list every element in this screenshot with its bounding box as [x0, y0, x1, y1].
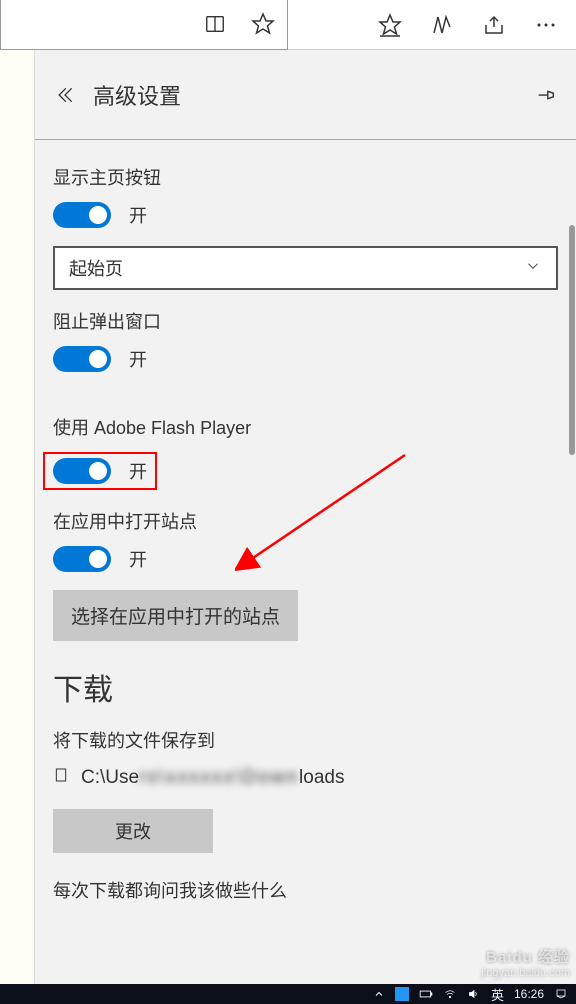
tray-notifications-icon[interactable] — [554, 988, 568, 1000]
download-path: C:\Users\xxxxxx\Downloads — [81, 767, 344, 789]
toolbar-actions — [288, 13, 576, 37]
more-icon[interactable] — [534, 13, 558, 37]
open-in-app-row: 开 — [53, 546, 558, 572]
chevron-down-icon — [524, 257, 542, 280]
tray-ime[interactable]: 英 — [491, 985, 504, 1004]
flash-toggle[interactable] — [53, 458, 111, 484]
watermark: Baidu 经验 jingyan.baidu.com — [481, 949, 570, 980]
taskbar: 英 16:26 — [0, 984, 576, 1004]
settings-panel: 高级设置 显示主页按钮 开 起始页 阻止弹出窗口 开 — [34, 50, 576, 984]
download-path-row: C:\Users\xxxxxx\Downloads — [53, 765, 558, 791]
toggle-state: 开 — [129, 546, 147, 572]
tray-wifi-icon[interactable] — [443, 988, 457, 1000]
pin-icon[interactable] — [534, 83, 558, 107]
show-home-button-label: 显示主页按钮 — [53, 164, 558, 190]
panel-header: 高级设置 — [35, 50, 576, 140]
block-popups-toggle[interactable] — [53, 346, 111, 372]
browser-toolbar — [0, 0, 576, 50]
toggle-state: 开 — [129, 458, 147, 484]
address-bar-area[interactable] — [0, 0, 288, 50]
scrollbar-thumb[interactable] — [569, 225, 575, 455]
change-folder-button[interactable]: 更改 — [53, 809, 213, 853]
open-in-app-toggle[interactable] — [53, 546, 111, 572]
tray-app-icon[interactable] — [395, 987, 409, 1001]
notes-icon[interactable] — [430, 13, 454, 37]
ask-each-time-label: 每次下载都询问我该做些什么 — [53, 877, 558, 903]
scrollbar[interactable] — [568, 225, 576, 525]
annotation-highlight: 开 — [43, 452, 157, 490]
flash-label: 使用 Adobe Flash Player — [53, 414, 558, 440]
reading-view-icon[interactable] — [203, 12, 227, 36]
dropdown-value: 起始页 — [69, 255, 123, 281]
toggle-state: 开 — [129, 346, 147, 372]
panel-body: 显示主页按钮 开 起始页 阻止弹出窗口 开 使用 Adobe Flash Pla… — [35, 140, 576, 984]
tray-battery-icon[interactable] — [419, 988, 433, 1000]
homepage-dropdown[interactable]: 起始页 — [53, 246, 558, 290]
favorite-star-icon[interactable] — [251, 12, 275, 36]
toggle-state: 开 — [129, 202, 147, 228]
tray-volume-icon[interactable] — [467, 988, 481, 1000]
tray-time[interactable]: 16:26 — [514, 987, 544, 1001]
save-to-label: 将下载的文件保存到 — [53, 727, 558, 753]
open-in-app-label: 在应用中打开站点 — [53, 508, 558, 534]
flash-row: 开 — [53, 458, 147, 484]
favorites-list-icon[interactable] — [378, 13, 402, 37]
show-home-button-toggle[interactable] — [53, 202, 111, 228]
show-home-button-row: 开 — [53, 202, 558, 228]
block-popups-row: 开 — [53, 346, 558, 372]
block-popups-label: 阻止弹出窗口 — [53, 308, 558, 334]
content-wrapper: 高级设置 显示主页按钮 开 起始页 阻止弹出窗口 开 — [0, 50, 576, 984]
share-icon[interactable] — [482, 13, 506, 37]
folder-icon — [53, 765, 69, 791]
back-icon[interactable] — [53, 83, 77, 107]
tray-chevron-icon[interactable] — [373, 988, 385, 1000]
panel-title: 高级设置 — [93, 79, 518, 111]
downloads-heading: 下载 — [53, 665, 558, 709]
left-gutter — [0, 50, 34, 984]
choose-sites-button[interactable]: 选择在应用中打开的站点 — [53, 590, 298, 641]
